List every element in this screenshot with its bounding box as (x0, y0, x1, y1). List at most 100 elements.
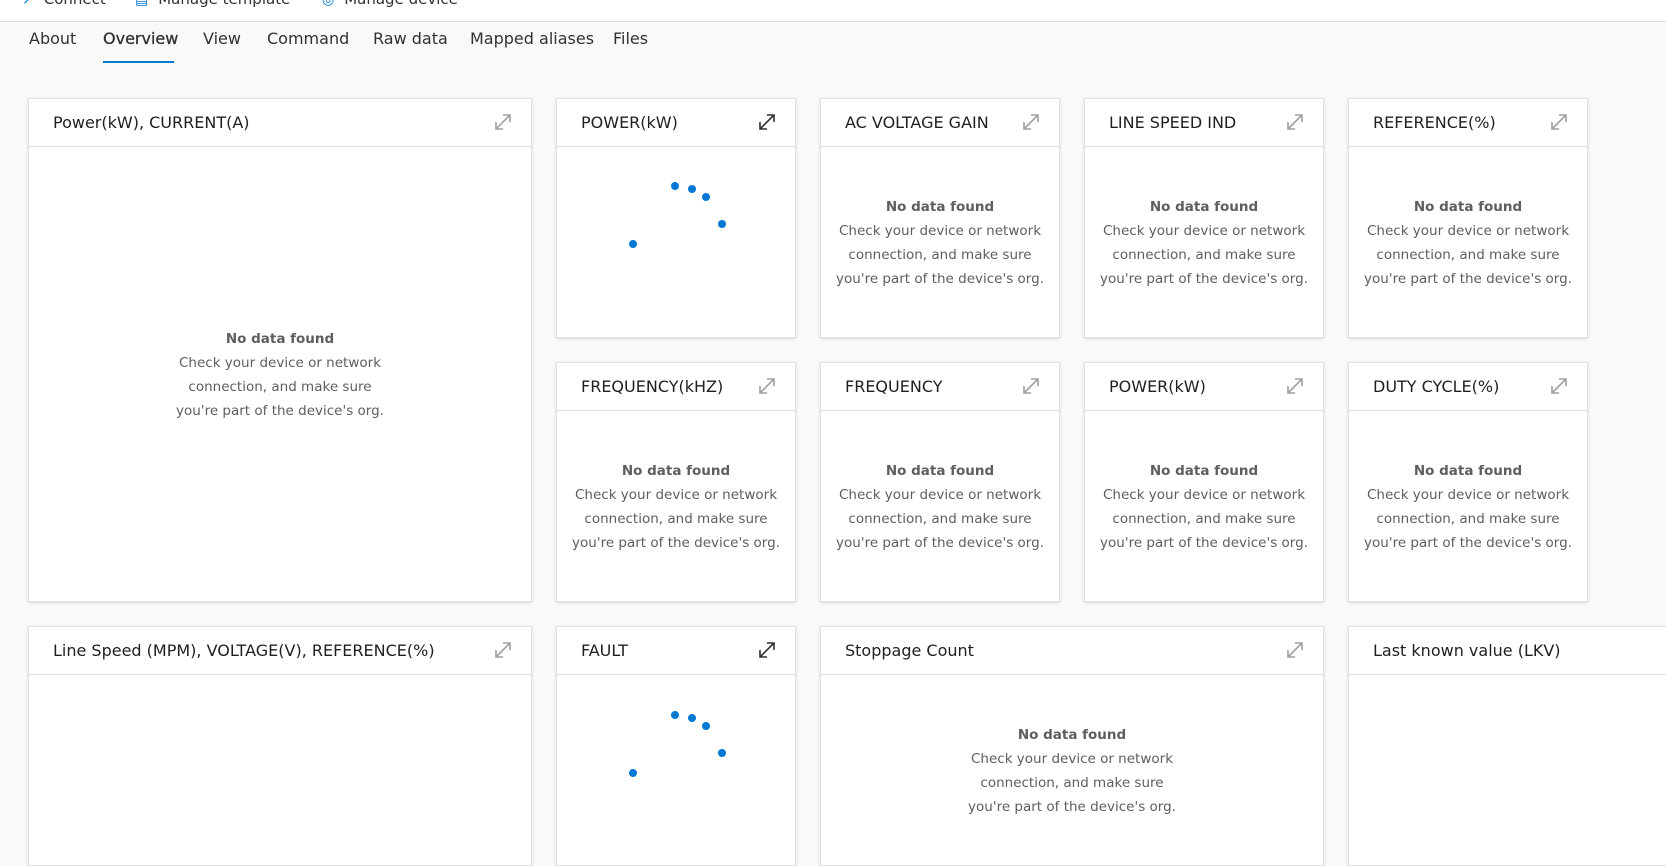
empty-state: No data found Check your device or netwo… (1349, 459, 1587, 555)
manage-device-button[interactable]: ◎Manage device (322, 0, 458, 8)
tile-header: POWER(kW) (1085, 363, 1323, 411)
empty-state-heading: No data found (1017, 727, 1127, 743)
empty-state-message: Check your device or network connection,… (176, 355, 384, 419)
empty-state-message: Check your device or network connection,… (1364, 223, 1572, 287)
tile-header: AC VOLTAGE GAIN (821, 99, 1059, 147)
empty-state-heading: No data found (885, 463, 995, 479)
tile-header: LINE SPEED IND (1085, 99, 1323, 147)
empty-state-heading: No data found (885, 199, 995, 215)
expand-icon[interactable] (1285, 112, 1305, 132)
tile-header: Last known value (LKV) (1349, 627, 1666, 675)
empty-state-message: Check your device or network connection,… (836, 223, 1044, 287)
tile-title: LINE SPEED IND (1109, 113, 1237, 132)
tile-power-current: Power(kW), CURRENT(A) No data found Chec… (28, 98, 532, 602)
tab-about[interactable]: About (29, 29, 76, 48)
empty-state-message: Check your device or network connection,… (968, 751, 1176, 815)
expand-icon[interactable] (757, 112, 777, 132)
manage-template-button[interactable]: ▤Manage template (135, 0, 290, 8)
expand-icon[interactable] (493, 112, 513, 132)
loading-dot (688, 714, 696, 722)
expand-icon[interactable] (1021, 112, 1041, 132)
tile-last-known-value: Last known value (LKV) (1348, 626, 1666, 866)
tile-header: REFERENCE(%) (1349, 99, 1587, 147)
expand-icon[interactable] (1549, 112, 1569, 132)
tile-title: FAULT (581, 641, 628, 660)
tile-header: POWER(kW) (557, 99, 795, 147)
empty-state: No data found Check your device or netwo… (821, 723, 1323, 819)
tile-header: FAULT (557, 627, 795, 675)
tile-header: DUTY CYCLE(%) (1349, 363, 1587, 411)
tile-header: Line Speed (MPM), VOLTAGE(V), REFERENCE(… (29, 627, 531, 675)
tile-title: Power(kW), CURRENT(A) (53, 113, 250, 132)
empty-state: No data found Check your device or netwo… (821, 195, 1059, 291)
tile-fault: FAULT (556, 626, 796, 866)
empty-state-heading: No data found (1149, 463, 1259, 479)
loading-dot (718, 749, 726, 757)
expand-icon[interactable] (757, 376, 777, 396)
loading-dot (671, 182, 679, 190)
tab-files[interactable]: Files (613, 29, 648, 48)
tile-title: AC VOLTAGE GAIN (845, 113, 989, 132)
tile-title: FREQUENCY (845, 377, 943, 396)
loading-dot (702, 722, 710, 730)
loading-dot (688, 185, 696, 193)
tile-title: DUTY CYCLE(%) (1373, 377, 1500, 396)
expand-icon[interactable] (1285, 640, 1305, 660)
connect-button[interactable]: ↗Connect (22, 0, 106, 8)
tile-title: POWER(kW) (581, 113, 678, 132)
loading-dot (629, 769, 637, 777)
tile-power-kw: POWER(kW) (556, 98, 796, 338)
expand-icon[interactable] (1285, 376, 1305, 396)
empty-state-message: Check your device or network connection,… (1364, 487, 1572, 551)
empty-state: No data found Check your device or netwo… (29, 327, 531, 423)
command-bar: ↗Connect ▤Manage template ◎Manage device (0, 0, 1666, 22)
tab-mapped-aliases[interactable]: Mapped aliases (470, 29, 594, 48)
loading-indicator (629, 182, 726, 248)
tile-duty-cycle: DUTY CYCLE(%) No data found Check your d… (1348, 362, 1588, 602)
tile-header: FREQUENCY (821, 363, 1059, 411)
tab-view[interactable]: View (203, 29, 241, 48)
tile-title: Line Speed (MPM), VOLTAGE(V), REFERENCE(… (53, 641, 435, 660)
tile-title: POWER(kW) (1109, 377, 1206, 396)
tab-raw-data[interactable]: Raw data (373, 29, 448, 48)
empty-state-heading: No data found (1149, 199, 1259, 215)
loading-dot (671, 711, 679, 719)
empty-state: No data found Check your device or netwo… (1085, 459, 1323, 555)
tab-overview[interactable]: Overview (103, 29, 179, 48)
empty-state: No data found Check your device or netwo… (1085, 195, 1323, 291)
tile-header: Power(kW), CURRENT(A) (29, 99, 531, 147)
tile-line-speed-ind: LINE SPEED IND No data found Check your … (1084, 98, 1324, 338)
tile-frequency: FREQUENCY No data found Check your devic… (820, 362, 1060, 602)
loading-indicator (629, 711, 726, 777)
tile-header: Stoppage Count (821, 627, 1323, 675)
empty-state-heading: No data found (225, 331, 335, 347)
tile-title: REFERENCE(%) (1373, 113, 1496, 132)
expand-icon[interactable] (757, 640, 777, 660)
loading-dot (702, 193, 710, 201)
empty-state-message: Check your device or network connection,… (1100, 223, 1308, 287)
empty-state: No data found Check your device or netwo… (557, 459, 795, 555)
empty-state-heading: No data found (621, 463, 731, 479)
tile-title: FREQUENCY(kHZ) (581, 377, 724, 396)
empty-state-message: Check your device or network connection,… (572, 487, 780, 551)
tile-header: FREQUENCY(kHZ) (557, 363, 795, 411)
loading-dot (629, 240, 637, 248)
tile-frequency-khz: FREQUENCY(kHZ) No data found Check your … (556, 362, 796, 602)
tile-stoppage-count: Stoppage Count No data found Check your … (820, 626, 1324, 866)
expand-icon[interactable] (493, 640, 513, 660)
empty-state: No data found Check your device or netwo… (1349, 195, 1587, 291)
tab-command[interactable]: Command (267, 29, 349, 48)
connect-icon: ↗ (22, 0, 34, 8)
template-icon: ▤ (135, 0, 149, 8)
active-tab-indicator (103, 61, 174, 63)
tile-title: Stoppage Count (845, 641, 974, 660)
expand-icon[interactable] (1549, 376, 1569, 396)
loading-dot (718, 220, 726, 228)
tile-ac-voltage-gain: AC VOLTAGE GAIN No data found Check your… (820, 98, 1060, 338)
empty-state-heading: No data found (1413, 199, 1523, 215)
tile-title: Last known value (LKV) (1373, 641, 1561, 660)
empty-state-heading: No data found (1413, 463, 1523, 479)
tile-reference: REFERENCE(%) No data found Check your de… (1348, 98, 1588, 338)
expand-icon[interactable] (1021, 376, 1041, 396)
tile-power-kw-2: POWER(kW) No data found Check your devic… (1084, 362, 1324, 602)
